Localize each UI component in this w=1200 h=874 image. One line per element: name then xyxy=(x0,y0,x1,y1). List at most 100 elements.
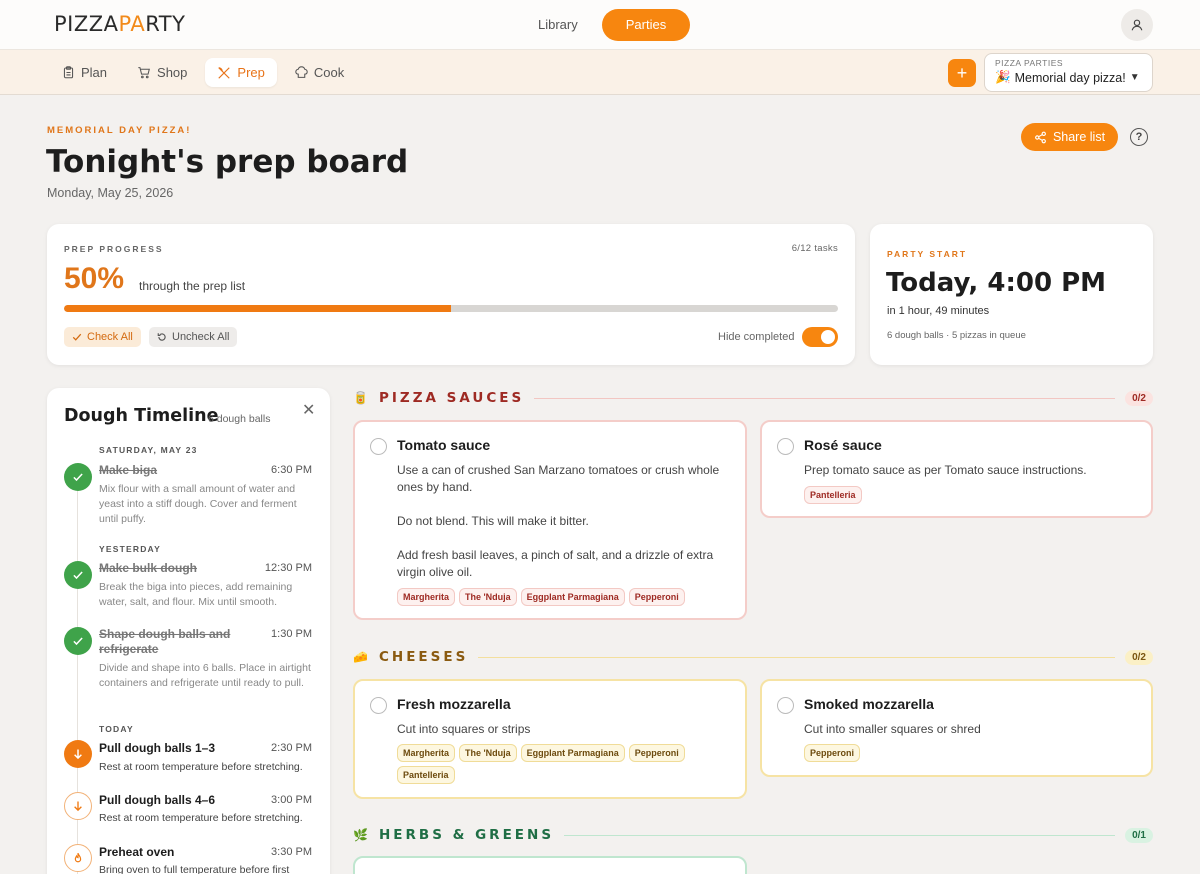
task-desc-line: Cut into smaller squares or shred xyxy=(804,722,981,736)
logo[interactable]: PIZZAPARTY xyxy=(54,12,185,36)
timeline-step-time: 3:00 PM xyxy=(271,794,312,806)
task-desc-line: Use a can of crushed San Marzano tomatoe… xyxy=(397,463,720,494)
timeline-step-name: Pull dough balls 1–3 xyxy=(99,741,216,755)
party-start-meta: 6 dough balls · 5 pizzas in queue xyxy=(887,330,1026,341)
tab-plan-label: Plan xyxy=(81,65,108,80)
hide-completed-label: Hide completed xyxy=(718,331,795,343)
task-desc-line: Do not blend. This will make it bitter. xyxy=(397,514,589,528)
step-done-icon[interactable] xyxy=(64,561,92,589)
clipboard-icon xyxy=(63,66,74,79)
pizza-tags: Margherita The 'Nduja Eggplant Parmagian… xyxy=(397,588,735,606)
party-start-label: PARTY START xyxy=(887,249,968,259)
task-name: Rosé sauce xyxy=(804,437,882,453)
section-header-pizza-sauces: 🥫 PIZZA SAUCES 0/2 xyxy=(353,389,1153,407)
tab-shop-label: Shop xyxy=(157,65,188,80)
user-icon xyxy=(1131,19,1143,31)
nav-parties[interactable]: Parties xyxy=(601,9,691,41)
step-done-icon[interactable] xyxy=(64,627,92,655)
timeline-step-desc: Bring oven to full temperature before fi… xyxy=(99,864,290,874)
pizza-tag: Eggplant Parmagiana xyxy=(520,588,625,606)
timeline-step-desc: Break the biga into pieces, add remainin… xyxy=(99,581,293,608)
share-icon xyxy=(1034,131,1046,143)
herb-icon: 🌿 xyxy=(353,828,368,842)
add-party-button[interactable]: + xyxy=(948,59,976,87)
plus-icon: + xyxy=(956,62,968,83)
section-count-badge: 0/2 xyxy=(1125,390,1153,406)
share-list-label: Share list xyxy=(1052,130,1106,144)
task-card-tomato-sauce[interactable]: Tomato sauce Use a can of crushed San Ma… xyxy=(353,420,747,620)
prep-progress-label: PREP PROGRESS xyxy=(64,244,164,254)
main-nav: Library Parties xyxy=(522,9,691,41)
tab-cook-label: Cook xyxy=(313,65,345,80)
pizza-tag: Margherita xyxy=(397,744,456,762)
task-card-herbs[interactable] xyxy=(353,856,747,874)
progress-subtitle: through the prep list xyxy=(139,279,246,293)
page-date: Monday, May 25, 2026 xyxy=(47,186,174,200)
check-icon xyxy=(72,333,82,341)
tab-prep[interactable]: Prep xyxy=(205,58,277,87)
caret-down-icon: ▼ xyxy=(1129,72,1140,83)
section-header-cheeses: 🧀 CHEESES 0/2 xyxy=(353,648,1153,666)
pizza-tag: Margherita xyxy=(397,588,456,606)
task-checkbox[interactable] xyxy=(370,697,387,714)
cart-icon xyxy=(138,67,150,79)
section-title: PIZZA SAUCES xyxy=(379,390,525,406)
check-all-button[interactable]: Check All xyxy=(64,327,141,347)
pizza-tags: Pepperoni xyxy=(804,744,1141,762)
task-card-smoked-mozzarella[interactable]: Smoked mozzarella Cut into smaller squar… xyxy=(760,679,1153,777)
flame-icon[interactable] xyxy=(64,844,92,872)
timeline-day: SATURDAY, MAY 23 xyxy=(99,445,198,455)
section-title: CHEESES xyxy=(379,649,469,665)
timeline-step-desc: Divide and shape into 6 balls. Place in … xyxy=(99,662,311,689)
arrow-down-icon[interactable] xyxy=(64,792,92,820)
tab-cook[interactable]: Cook xyxy=(283,58,356,87)
section-title: HERBS & GREENS xyxy=(379,827,555,843)
section-rule xyxy=(564,834,1116,836)
cheese-icon: 🧀 xyxy=(353,650,368,664)
help-icon[interactable]: ? xyxy=(1130,128,1148,146)
section-rule xyxy=(534,397,1116,399)
pizza-tag: The 'Nduja xyxy=(459,744,517,762)
pizza-tag: Eggplant Parmagiana xyxy=(520,744,625,762)
task-desc-line: Cut into squares or strips xyxy=(397,722,531,736)
arrow-down-icon[interactable] xyxy=(64,740,92,768)
tab-prep-label: Prep xyxy=(237,65,265,80)
timeline-day: TODAY xyxy=(99,724,134,734)
section-rule xyxy=(478,656,1116,658)
pizza-tags: Margherita The 'Nduja Eggplant Parmagian… xyxy=(397,744,735,784)
task-name: Tomato sauce xyxy=(397,437,491,453)
prep-progress-card: PREP PROGRESS 6/12 tasks 50% through the… xyxy=(47,224,855,365)
task-checkbox[interactable] xyxy=(777,438,794,455)
task-card-fresh-mozzarella[interactable]: Fresh mozzarella Cut into squares or str… xyxy=(353,679,747,799)
timeline-step-time: 12:30 PM xyxy=(264,562,312,574)
close-icon[interactable]: ✕ xyxy=(302,400,315,420)
pizza-tag: The 'Nduja xyxy=(459,588,517,606)
uncheck-all-button[interactable]: Uncheck All xyxy=(149,327,238,347)
task-desc-line: Add fresh basil leaves, a pinch of salt,… xyxy=(397,548,714,579)
pizza-tag: Pepperoni xyxy=(628,588,685,606)
share-list-button[interactable]: Share list xyxy=(1021,123,1118,151)
nav-library[interactable]: Library xyxy=(522,9,594,41)
task-card-rose-sauce[interactable]: Rosé sauce Prep tomato sauce as per Toma… xyxy=(760,420,1153,518)
timeline-step-name: Preheat oven xyxy=(99,845,175,859)
user-menu-button[interactable] xyxy=(1121,9,1153,41)
party-select[interactable]: PIZZA PARTIES 🎉 Memorial day pizza! ▼ xyxy=(984,53,1153,92)
timeline-step-name: Shape dough balls and refrigerate xyxy=(99,627,231,656)
task-checkbox[interactable] xyxy=(777,697,794,714)
top-bar: PIZZAPARTY Library Parties xyxy=(0,0,1200,50)
pizza-tag: Pepperoni xyxy=(628,744,685,762)
timeline-step-desc: Rest at room temperature before stretchi… xyxy=(99,812,303,824)
party-start-time: Today, 4:00 PM xyxy=(886,268,1107,298)
tab-shop[interactable]: Shop xyxy=(125,58,199,87)
task-count: 6/12 tasks xyxy=(791,243,838,254)
task-desc-line: Prep tomato sauce as per Tomato sauce in… xyxy=(804,463,1087,477)
task-description: Cut into squares or strips xyxy=(397,721,731,738)
party-start-card: PARTY START Today, 4:00 PM in 1 hour, 49… xyxy=(870,224,1153,365)
step-done-icon[interactable] xyxy=(64,463,92,491)
chef-hat-icon xyxy=(295,66,308,78)
party-emoji: 🎉 xyxy=(995,70,1011,84)
utensils-icon xyxy=(218,66,231,79)
tab-plan[interactable]: Plan xyxy=(50,58,119,87)
hide-completed-toggle[interactable] xyxy=(802,327,838,347)
task-checkbox[interactable] xyxy=(370,438,387,455)
